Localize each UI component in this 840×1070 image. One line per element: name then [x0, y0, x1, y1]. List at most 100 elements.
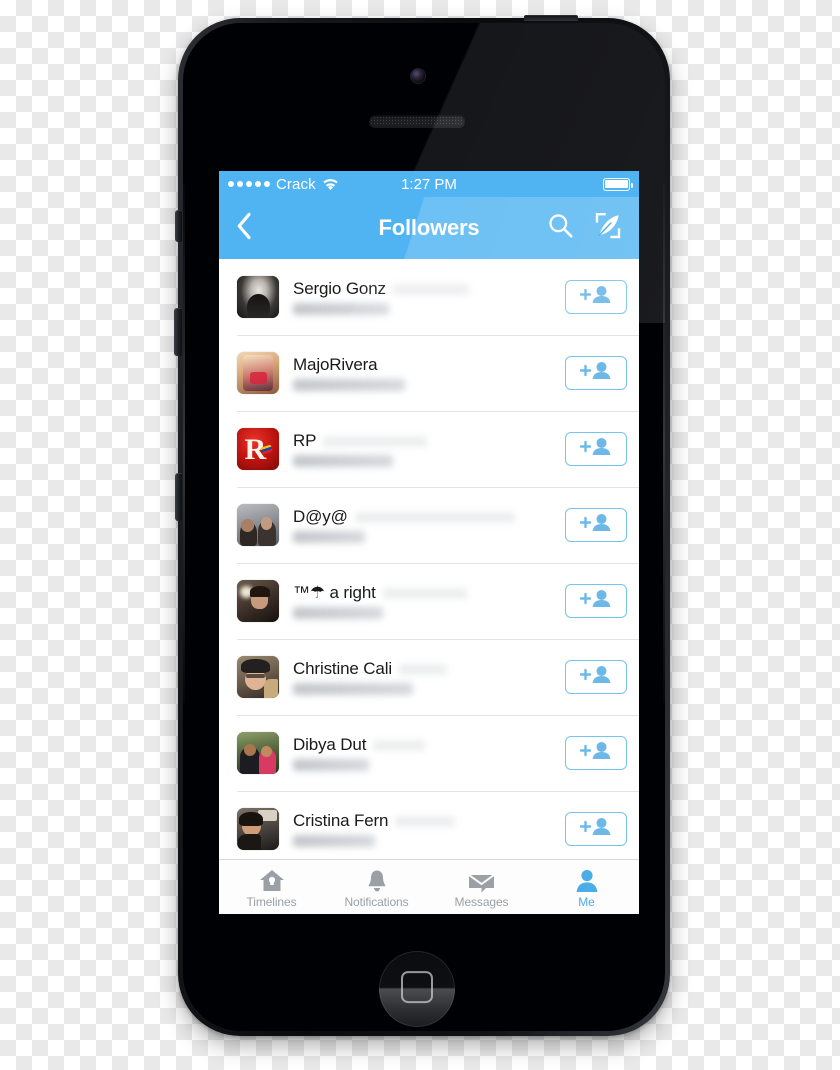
follow-button[interactable]: [565, 280, 627, 314]
avatar-image: R: [237, 428, 279, 470]
avatar-image: [237, 580, 279, 622]
follow-button[interactable]: [565, 356, 627, 390]
tab-me[interactable]: Me: [534, 860, 639, 914]
follower-row[interactable]: Cristina Fern: [219, 791, 639, 859]
tab-notifications[interactable]: Notifications: [324, 860, 429, 914]
compose-icon: [594, 212, 622, 245]
redacted-name-blur: [382, 587, 467, 599]
avatar-daya[interactable]: [237, 504, 279, 546]
follow-button[interactable]: [565, 736, 627, 770]
iphone-device: Crack 1:27 PM Followers Sergio Gonz Majo…: [174, 15, 670, 1036]
follower-name-text: Sergio Gonz: [293, 279, 386, 298]
redacted-handle-blur: [293, 531, 365, 543]
tab-label: Timelines: [246, 894, 297, 909]
follower-row[interactable]: Christine Cali: [219, 639, 639, 715]
volume-down-button[interactable]: [175, 473, 182, 521]
avatar-image: [237, 656, 279, 698]
follower-text: Cristina Fern: [279, 811, 565, 847]
home-icon: [259, 869, 285, 893]
follow-button[interactable]: [565, 432, 627, 466]
tab-messages[interactable]: Messages: [429, 860, 534, 914]
carrier-label: Crack: [276, 175, 316, 193]
redacted-name-blur: [399, 663, 447, 675]
compose-button[interactable]: [593, 212, 623, 244]
wifi-icon: [322, 178, 339, 191]
follower-name-text: RP: [293, 431, 317, 450]
follower-row[interactable]: ™☂ a right: [219, 563, 639, 639]
avatar-image: [237, 808, 279, 850]
status-bar-time: 1:27 PM: [401, 175, 457, 193]
follower-text: RP: [279, 431, 565, 467]
phone-screen: Crack 1:27 PM Followers Sergio Gonz Majo…: [219, 171, 639, 914]
battery-full-icon: [603, 177, 634, 191]
redacted-handle-blur: [293, 607, 383, 619]
redacted-handle-blur: [293, 303, 389, 315]
follower-name: MajoRivera: [293, 355, 565, 375]
avatar-christine-cali[interactable]: [237, 656, 279, 698]
mute-switch[interactable]: [175, 210, 182, 242]
bell-icon: [365, 869, 389, 893]
person-icon: [575, 869, 599, 893]
follower-name-text: D@y@: [293, 507, 348, 526]
home-button[interactable]: [379, 951, 455, 1027]
tab-bar: Timelines Notifications Messages Me: [219, 859, 639, 914]
follower-name: RP: [293, 431, 565, 451]
status-bar-right: [457, 177, 634, 191]
tab-label: Me: [578, 894, 595, 909]
follow-button[interactable]: [565, 660, 627, 694]
followers-list[interactable]: Sergio Gonz MajoRivera R RP D@y@ ™☂ a right Ch…: [219, 259, 639, 859]
right-rim-highlight: [663, 183, 665, 703]
back-button[interactable]: [229, 208, 259, 248]
follower-name-text: Dibya Dut: [293, 735, 367, 754]
search-button[interactable]: [545, 212, 575, 244]
add-person-icon: [579, 589, 613, 613]
follower-name: Dibya Dut: [293, 735, 565, 755]
follower-name-text: ™☂ a right: [293, 583, 376, 602]
add-person-icon: [579, 513, 613, 537]
redacted-handle-blur: [293, 759, 369, 771]
add-person-icon: [579, 817, 613, 841]
avatar-majorivera[interactable]: [237, 352, 279, 394]
avatar-sergio-gonz[interactable]: [237, 276, 279, 318]
redacted-handle-blur: [293, 379, 405, 391]
avatar-rp[interactable]: R: [237, 428, 279, 470]
follower-name: Sergio Gonz: [293, 279, 565, 299]
follower-text: Christine Cali: [279, 659, 565, 695]
redacted-name-blur: [323, 435, 428, 447]
follower-text: D@y@: [279, 507, 565, 543]
add-person-icon: [579, 665, 613, 689]
tab-timelines[interactable]: Timelines: [219, 860, 324, 914]
redacted-name-blur: [354, 511, 515, 523]
follower-name: ™☂ a right: [293, 583, 565, 603]
add-person-icon: [579, 437, 613, 461]
follow-button[interactable]: [565, 812, 627, 846]
follower-row[interactable]: D@y@: [219, 487, 639, 563]
avatar-image: [237, 276, 279, 318]
redacted-name-blur: [395, 815, 456, 827]
tab-label: Notifications: [344, 894, 409, 909]
follower-row[interactable]: Sergio Gonz: [219, 259, 639, 335]
volume-up-button[interactable]: [174, 308, 182, 356]
add-person-icon: [579, 361, 613, 385]
navigation-bar: Followers: [219, 171, 639, 259]
left-rim-highlight: [183, 183, 185, 703]
phone-front-face: Crack 1:27 PM Followers Sergio Gonz Majo…: [183, 23, 665, 1031]
avatar-cristina-fern[interactable]: [237, 808, 279, 850]
follower-text: MajoRivera: [279, 355, 565, 391]
front-camera-icon: [411, 69, 425, 83]
avatar-image: [237, 732, 279, 774]
follower-row[interactable]: R RP: [219, 411, 639, 487]
nav-actions: [545, 212, 627, 244]
follow-button[interactable]: [565, 508, 627, 542]
avatar-tm-a-right[interactable]: [237, 580, 279, 622]
follower-text: ™☂ a right: [279, 583, 565, 619]
avatar-image: [237, 352, 279, 394]
power-button[interactable]: [524, 15, 578, 21]
follower-name-text: MajoRivera: [293, 355, 378, 374]
follower-name-text: Cristina Fern: [293, 811, 389, 830]
follower-row[interactable]: Dibya Dut: [219, 715, 639, 791]
earpiece-speaker: [369, 115, 465, 127]
avatar-dibya-dut[interactable]: [237, 732, 279, 774]
follower-row[interactable]: MajoRivera: [219, 335, 639, 411]
follow-button[interactable]: [565, 584, 627, 618]
